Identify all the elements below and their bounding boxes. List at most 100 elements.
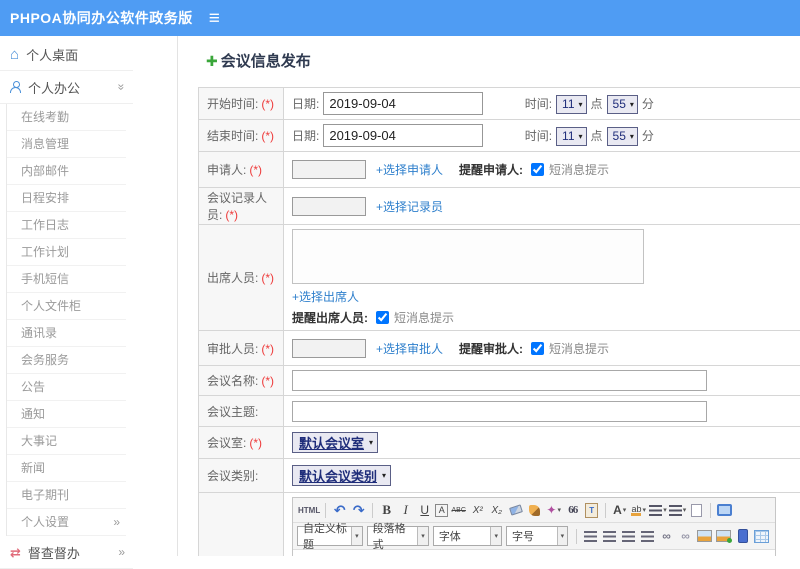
insert-table-icon[interactable] bbox=[753, 527, 770, 545]
sidebar-item-work-plan[interactable]: 工作计划 bbox=[7, 239, 126, 266]
bold-icon[interactable]: B bbox=[378, 501, 395, 519]
attendees-textarea[interactable] bbox=[292, 229, 644, 284]
blockquote-icon[interactable]: 66 bbox=[564, 501, 581, 519]
pick-attendees-link[interactable]: +选择出席人 bbox=[292, 290, 359, 304]
sidebar-item-notices[interactable]: 通知 bbox=[7, 401, 126, 428]
date-label: 日期: bbox=[292, 97, 319, 111]
font-color-icon[interactable]: A▾ bbox=[611, 501, 628, 519]
sidebar-item-news[interactable]: 新闻 bbox=[7, 455, 126, 482]
time-label: 时间: bbox=[525, 97, 552, 111]
sidebar-item-personal-files[interactable]: 个人文件柜 bbox=[7, 293, 126, 320]
align-justify-icon[interactable] bbox=[639, 527, 656, 545]
hamburger-menu-icon[interactable]: ≡ bbox=[209, 9, 220, 28]
subscript-icon[interactable]: X₂ bbox=[488, 501, 505, 519]
start-date-input[interactable] bbox=[323, 92, 483, 115]
toolbar-separator bbox=[576, 529, 577, 544]
meeting-subject-input[interactable] bbox=[292, 401, 707, 422]
sidebar-item-internal-mail[interactable]: 内部邮件 bbox=[7, 158, 126, 185]
dropdown-arrow-icon: ▾ bbox=[579, 132, 583, 141]
start-minute-select[interactable]: 55▾ bbox=[607, 95, 638, 114]
underline-icon[interactable]: U bbox=[416, 501, 433, 519]
fullscreen-icon[interactable] bbox=[716, 501, 733, 519]
editor-content-area[interactable] bbox=[293, 550, 775, 556]
applicant-input[interactable] bbox=[292, 160, 366, 179]
paragraph-format-select[interactable]: 段落格式▾ bbox=[367, 526, 429, 546]
remove-link-icon[interactable]: ∞ bbox=[677, 527, 694, 545]
remind-approver-label: 提醒审批人: bbox=[459, 342, 523, 356]
dropdown-arrow-icon: ▾ bbox=[417, 527, 428, 545]
plus-icon: ✚ bbox=[206, 54, 218, 68]
italic-icon[interactable]: I bbox=[397, 501, 414, 519]
font-family-select[interactable]: 字体▾ bbox=[433, 526, 502, 546]
upload-image-icon[interactable] bbox=[715, 527, 732, 545]
approver-input[interactable] bbox=[292, 339, 366, 358]
pick-recorder-link[interactable]: +选择记录员 bbox=[376, 200, 443, 214]
html-source-icon[interactable]: HTML bbox=[298, 501, 320, 519]
unordered-list-icon[interactable]: ▾ bbox=[669, 501, 687, 519]
strikethrough-icon[interactable]: ABC bbox=[450, 501, 467, 519]
toolbar-separator bbox=[710, 503, 711, 518]
applicant-sms-checkbox[interactable] bbox=[531, 163, 544, 176]
eraser-icon[interactable] bbox=[507, 501, 524, 519]
heading-style-select[interactable]: 自定义标题▾ bbox=[297, 526, 363, 546]
row-meeting-name: 会议名称:(*) bbox=[199, 366, 800, 396]
sidebar-item-contacts[interactable]: 通讯录 bbox=[7, 320, 126, 347]
sidebar-item-announcements[interactable]: 公告 bbox=[7, 374, 126, 401]
format-painter-icon[interactable] bbox=[526, 501, 543, 519]
start-hour-select[interactable]: 11▾ bbox=[556, 95, 586, 114]
row-attendees: 出席人员:(*) +选择出席人 提醒出席人员:短消息提示 bbox=[199, 225, 800, 331]
sidebar-item-desktop[interactable]: ⌂ 个人桌面 bbox=[0, 38, 133, 71]
font-style-icon[interactable]: A bbox=[435, 504, 448, 517]
meeting-name-input[interactable] bbox=[292, 370, 707, 391]
sidebar-item-meeting-services[interactable]: 会务服务 bbox=[7, 347, 126, 374]
highlight-color-icon[interactable]: ab▾ bbox=[630, 501, 647, 519]
end-minute-select[interactable]: 55▾ bbox=[607, 127, 638, 146]
sidebar-item-e-journal[interactable]: 电子期刊 bbox=[7, 482, 126, 509]
end-hour-select[interactable]: 11▾ bbox=[556, 127, 586, 146]
meeting-room-select[interactable]: 默认会议室▾ bbox=[292, 432, 378, 453]
align-center-icon[interactable] bbox=[601, 527, 618, 545]
attendees-sms-checkbox[interactable] bbox=[376, 311, 389, 324]
align-left-icon[interactable] bbox=[582, 527, 599, 545]
end-date-input[interactable] bbox=[323, 124, 483, 147]
required-mark: (*) bbox=[249, 436, 262, 450]
field-label: 会议室: bbox=[207, 436, 246, 450]
align-right-icon[interactable] bbox=[620, 527, 637, 545]
rich-text-editor: HTML ↶ ↷ B I U A ABC X² X₂ bbox=[292, 497, 776, 556]
chevron-right-icon: » bbox=[113, 509, 126, 535]
new-page-icon[interactable] bbox=[688, 501, 705, 519]
main-content: ✚ 会议信息发布 开始时间:(*) 日期: 时间:11▾点55▾分 结束时间:(… bbox=[178, 36, 800, 556]
pick-applicant-link[interactable]: +选择申请人 bbox=[376, 163, 443, 177]
autoformat-wand-icon[interactable]: ✦▾ bbox=[545, 501, 562, 519]
sidebar-item-personal-settings[interactable]: 个人设置 » bbox=[7, 509, 126, 536]
insert-link-icon[interactable]: ∞ bbox=[658, 527, 675, 545]
redo-icon[interactable]: ↷ bbox=[350, 501, 367, 519]
sidebar-item-supervision[interactable]: ⇄ 督查督办 » bbox=[0, 536, 133, 569]
insert-image-icon[interactable] bbox=[696, 527, 713, 545]
paste-from-word-icon[interactable]: T bbox=[583, 501, 600, 519]
sidebar-item-sms[interactable]: 手机短信 bbox=[7, 266, 126, 293]
font-size-select[interactable]: 字号▾ bbox=[506, 526, 568, 546]
sms-label: 短消息提示 bbox=[549, 163, 609, 177]
sidebar-item-work-log[interactable]: 工作日志 bbox=[7, 212, 126, 239]
insert-media-icon[interactable] bbox=[734, 527, 751, 545]
undo-icon[interactable]: ↶ bbox=[331, 501, 348, 519]
row-editor: HTML ↶ ↷ B I U A ABC X² X₂ bbox=[199, 493, 800, 557]
chevron-right-icon: » bbox=[118, 545, 125, 559]
personal-office-submenu: 在线考勤 消息管理 内部邮件 日程安排 工作日志 工作计划 手机短信 个人文件柜… bbox=[6, 104, 126, 536]
sidebar: ⌂ 个人桌面 个人办公 » 在线考勤 消息管理 内部邮件 日程安排 工作日志 工… bbox=[0, 36, 178, 556]
sidebar-item-schedule[interactable]: 日程安排 bbox=[7, 185, 126, 212]
meeting-category-select[interactable]: 默认会议类别▾ bbox=[292, 465, 391, 486]
recorder-input[interactable] bbox=[292, 197, 366, 216]
home-icon: ⌂ bbox=[10, 47, 19, 62]
sidebar-item-major-events[interactable]: 大事记 bbox=[7, 428, 126, 455]
dropdown-arrow-icon: ▾ bbox=[579, 100, 583, 109]
superscript-icon[interactable]: X² bbox=[469, 501, 486, 519]
pick-approver-link[interactable]: +选择审批人 bbox=[376, 342, 443, 356]
sidebar-item-message-management[interactable]: 消息管理 bbox=[7, 131, 126, 158]
ordered-list-icon[interactable]: ▾ bbox=[649, 501, 667, 519]
approver-sms-checkbox[interactable] bbox=[531, 342, 544, 355]
editor-toolbar-row2: 自定义标题▾ 段落格式▾ 字体▾ 字号▾ ∞ ∞ bbox=[293, 523, 775, 550]
sidebar-item-personal-office[interactable]: 个人办公 » bbox=[0, 71, 133, 104]
sidebar-item-online-attendance[interactable]: 在线考勤 bbox=[7, 104, 126, 131]
